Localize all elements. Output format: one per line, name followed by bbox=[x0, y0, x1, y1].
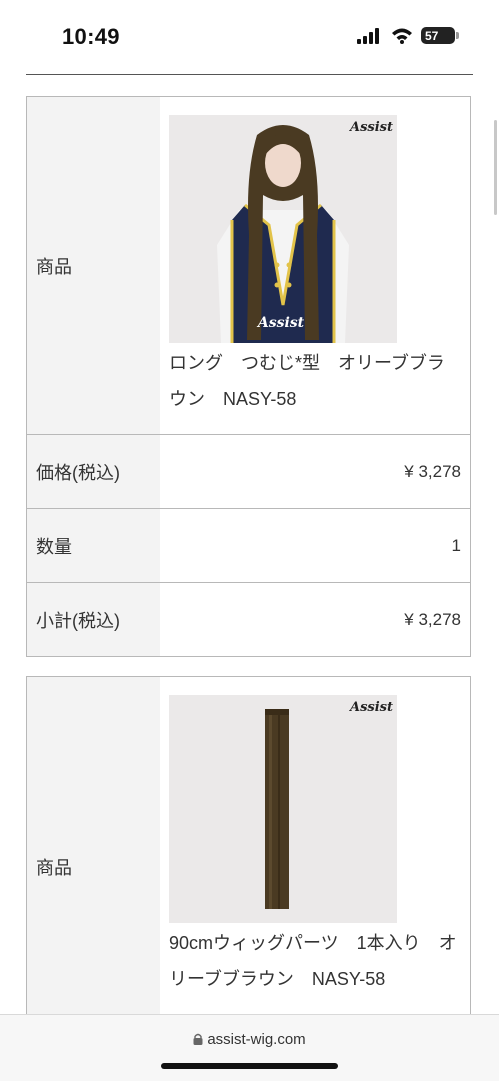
divider bbox=[26, 74, 473, 75]
quantity-row: 数量 1 bbox=[27, 509, 470, 583]
address-bar[interactable]: assist-wig.com bbox=[0, 1031, 499, 1048]
product-image[interactable]: Assist Assist bbox=[169, 115, 397, 343]
product-image[interactable]: Assist bbox=[169, 695, 397, 923]
product-label: 商品 bbox=[27, 97, 160, 434]
status-time: 10:49 bbox=[62, 24, 120, 49]
brand-logo: Assist bbox=[350, 700, 393, 715]
cart-item-table: 商品 Assist Assist ロング つむじ*型 オリーブブラウン NASY… bbox=[26, 96, 471, 657]
scrollbar[interactable] bbox=[494, 120, 497, 215]
hair-extension-illustration bbox=[169, 695, 397, 923]
price-row: 価格(税込) ¥ 3,278 bbox=[27, 435, 470, 509]
cart-item-table: 商品 Assist 90cmウィッグパーツ 1本入り オリーブブラウン NASY… bbox=[26, 676, 471, 1016]
price-value: ¥ 3,278 bbox=[404, 461, 461, 481]
product-row: 商品 Assist 90cmウィッグパーツ 1本入り オリーブブラウン NASY… bbox=[27, 677, 470, 1016]
product-cell: Assist Assist ロング つむじ*型 オリーブブラウン NASY-58 bbox=[160, 97, 470, 434]
product-label: 商品 bbox=[27, 677, 160, 1016]
url-text: assist-wig.com bbox=[207, 1031, 306, 1048]
price-label: 価格(税込) bbox=[27, 435, 160, 508]
status-icons: 57 bbox=[357, 27, 459, 44]
quantity-value: 1 bbox=[451, 535, 461, 555]
vest-logo: Assist bbox=[256, 315, 305, 331]
wifi-icon bbox=[392, 28, 412, 44]
product-name[interactable]: 90cmウィッグパーツ 1本入り オリーブブラウン NASY-58 bbox=[169, 925, 461, 997]
home-indicator[interactable] bbox=[161, 1063, 338, 1069]
cart-content[interactable]: 商品 Assist Assist ロング つむじ*型 オリーブブラウン NASY… bbox=[0, 76, 499, 1016]
brand-logo: Assist bbox=[350, 120, 393, 135]
quantity-label: 数量 bbox=[27, 509, 160, 582]
signal-icon bbox=[357, 28, 379, 44]
subtotal-row: 小計(税込) ¥ 3,278 bbox=[27, 583, 470, 656]
product-row: 商品 Assist Assist ロング つむじ*型 オリーブブラウン NASY… bbox=[27, 97, 470, 435]
subtotal-label: 小計(税込) bbox=[27, 583, 160, 656]
product-cell: Assist 90cmウィッグパーツ 1本入り オリーブブラウン NASY-58 bbox=[160, 677, 470, 1016]
subtotal-value: ¥ 3,278 bbox=[404, 609, 461, 629]
product-name[interactable]: ロング つむじ*型 オリーブブラウン NASY-58 bbox=[169, 345, 461, 417]
lock-icon bbox=[193, 1033, 203, 1045]
browser-bottom-bar: assist-wig.com bbox=[0, 1014, 499, 1081]
battery-icon: 57 bbox=[421, 27, 459, 44]
wig-model-illustration: Assist bbox=[169, 115, 397, 343]
status-bar: 10:49 57 bbox=[0, 0, 499, 76]
